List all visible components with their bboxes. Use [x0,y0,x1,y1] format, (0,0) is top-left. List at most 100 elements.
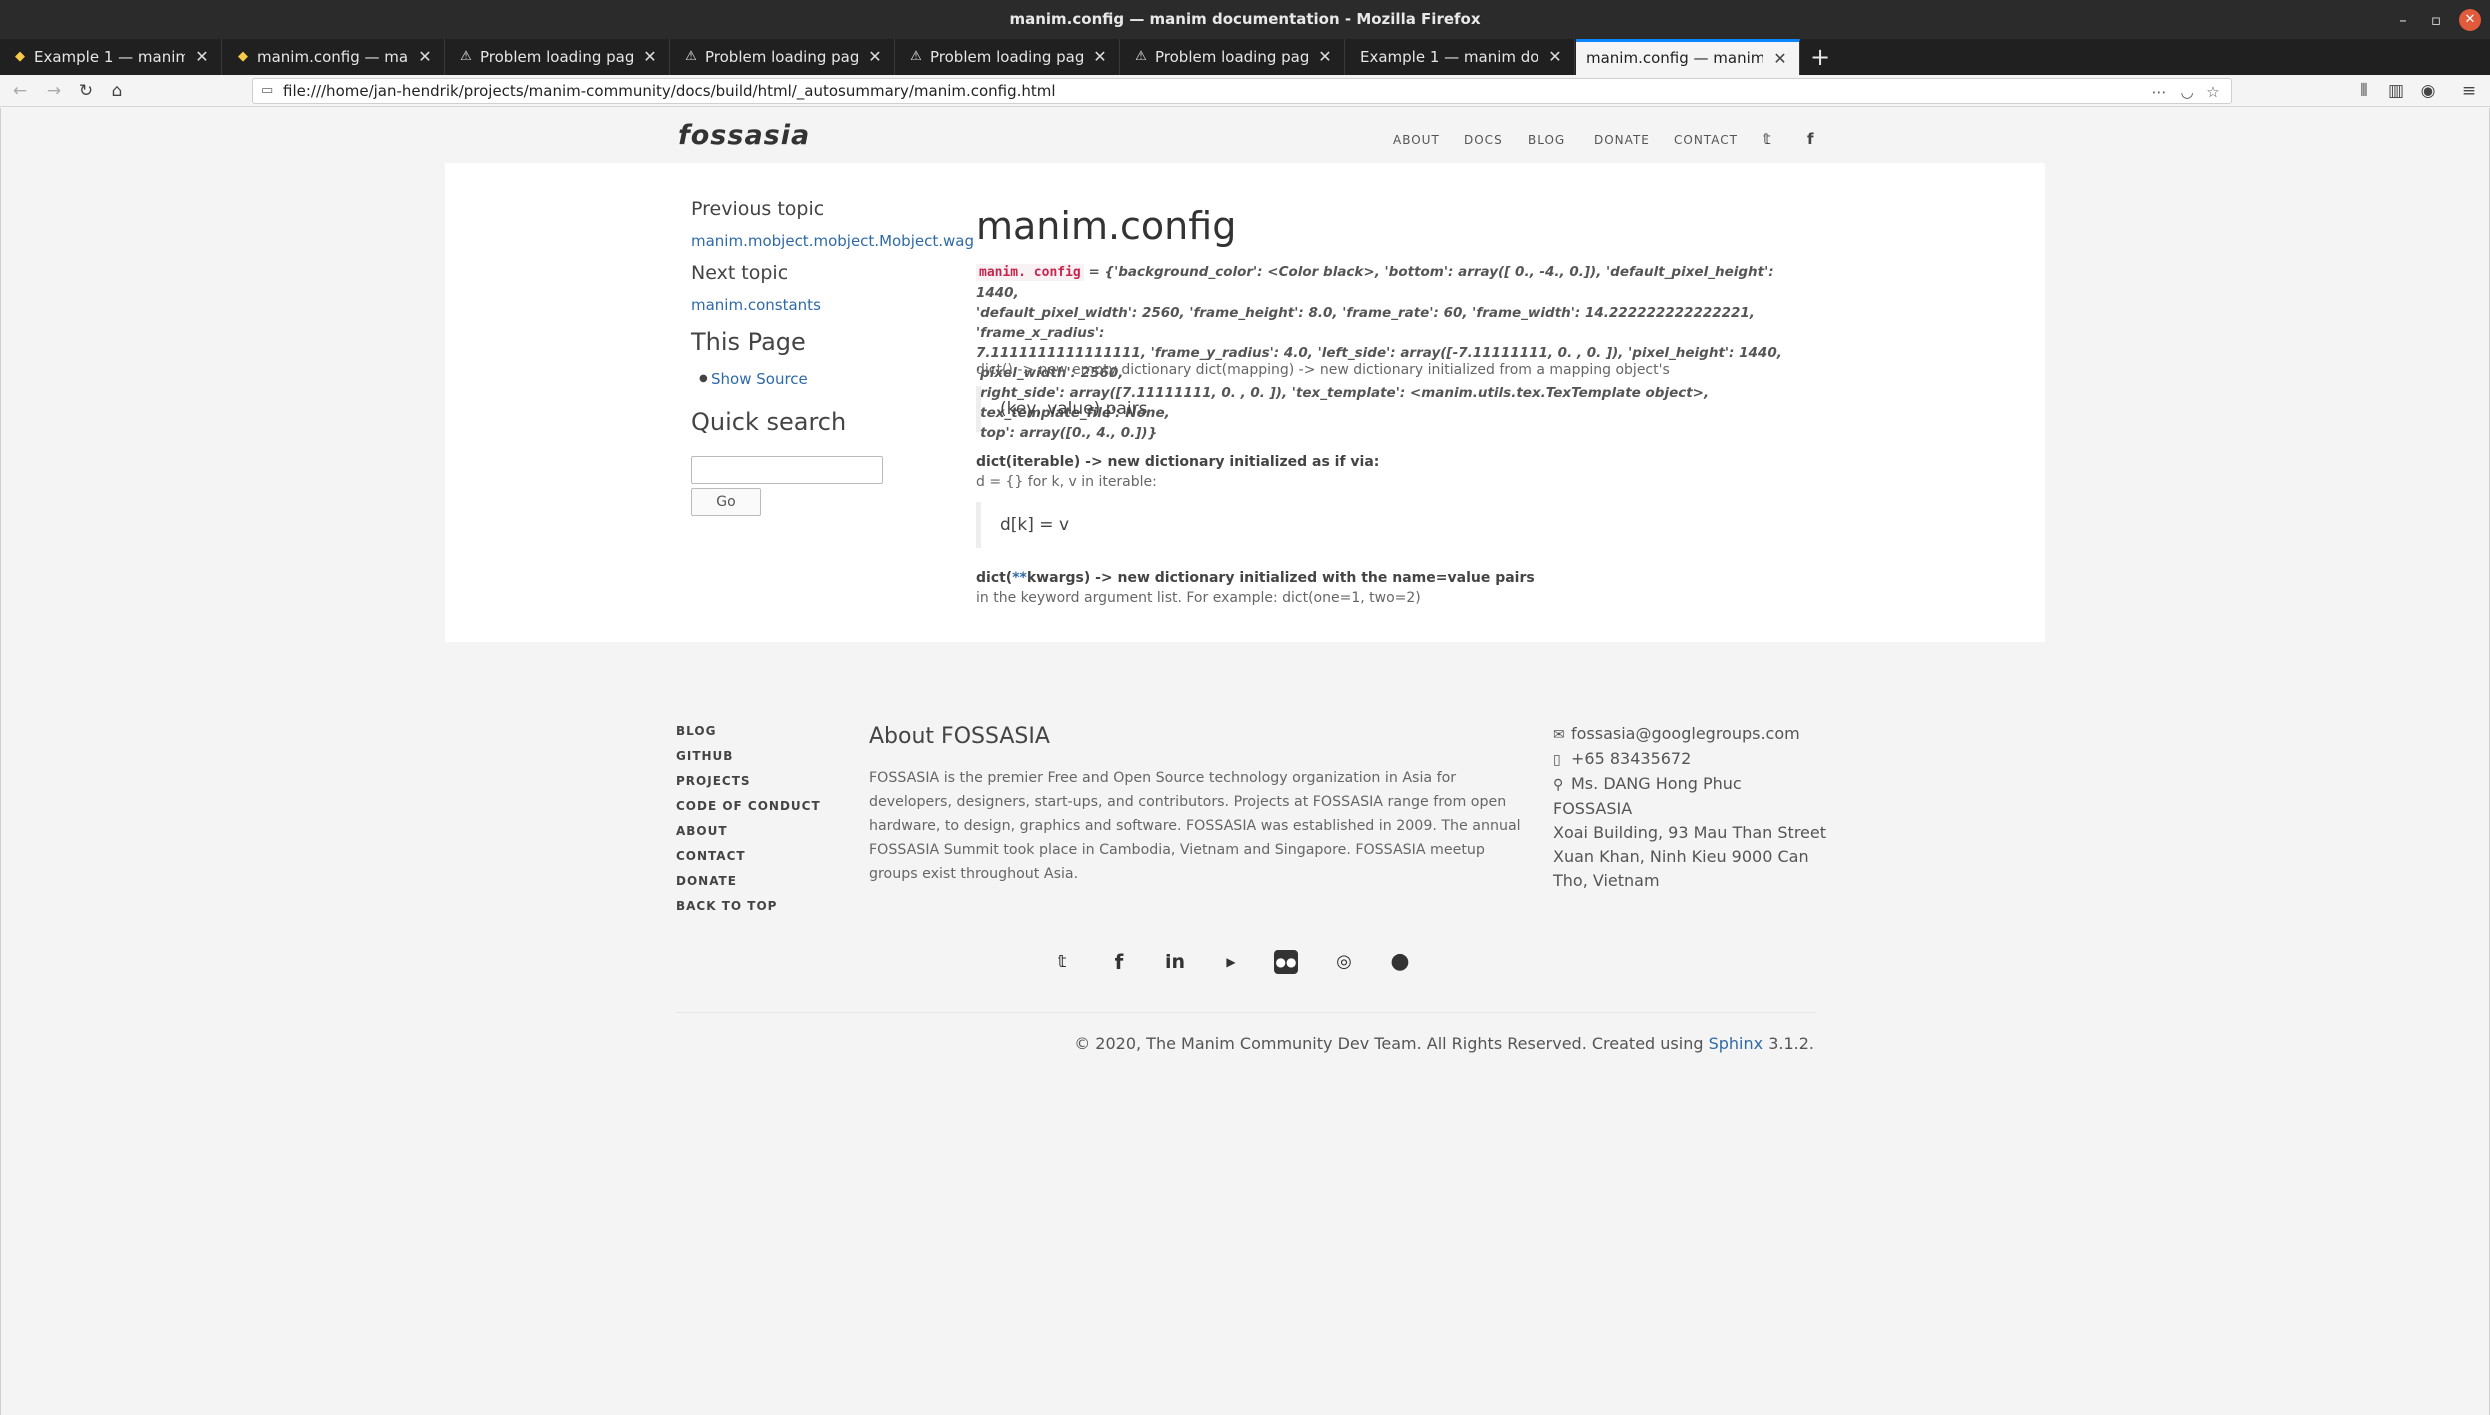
address-line: Xoai Building, 93 Mau Than Street [1553,823,1827,842]
tab-problem-3[interactable]: ⚠ Problem loading page ✕ [896,39,1120,75]
forward-icon[interactable]: → [43,80,65,102]
footer-link-projects[interactable]: PROJECTS [676,774,751,788]
footer-link-donate[interactable]: DONATE [676,874,737,888]
warning-icon: ⚠ [910,49,922,64]
tab-close-icon[interactable]: ✕ [193,39,211,75]
sidebar-icon[interactable]: ▥ [2385,80,2407,102]
next-topic-heading: Next topic [691,262,789,284]
description-title: dict(**kwargs) -> new dictionary initial… [976,570,1535,586]
tab-example-1[interactable]: ◆ Example 1 — manim documentation ✕ [0,39,222,75]
footer-link-code-of-conduct[interactable]: CODE OF CONDUCT [676,799,821,813]
page-actions-icon[interactable]: ⋯ [2149,82,2169,102]
about-text: FOSSASIA is the premier Free and Open So… [869,770,1521,882]
about-heading: About FOSSASIA [869,724,1050,749]
tab-problem-4[interactable]: ⚠ Problem loading page ✕ [1121,39,1345,75]
signature-name: config [1033,265,1081,280]
nav-about[interactable]: ABOUT [1393,133,1440,147]
tab-manim-config[interactable]: ◆ manim.config — manim documentation ✕ [223,39,445,75]
nav-contact[interactable]: CONTACT [1674,133,1738,147]
back-icon[interactable]: ← [9,80,31,102]
instagram-icon[interactable]: ◎ [1330,948,1358,976]
linkedin-icon[interactable]: in [1161,948,1189,976]
page-info-icon[interactable]: ▭ [261,83,275,99]
new-tab-button[interactable]: + [1806,39,1834,75]
url-bar[interactable]: ▭ file:///home/jan-hendrik/projects/mani… [252,78,2232,104]
contact-email[interactable]: fossasia@googlegroups.com [1571,724,1800,743]
nav-donate[interactable]: DONATE [1594,133,1650,147]
tab-label: manim.config — manim documentation [1586,49,1763,67]
tab-problem-2[interactable]: ⚠ Problem loading page ✕ [671,39,895,75]
contact-phone: +65 83435672 [1571,749,1692,768]
youtube-icon[interactable]: ▶ [1217,948,1245,976]
address-line: FOSSASIA [1553,799,1633,818]
blockquote: (key, value) pairs [976,386,1776,432]
prev-topic-heading: Previous topic [691,198,825,220]
tab-manim-config-active[interactable]: manim.config — manim documentation ✕ [1576,39,1800,75]
pocket-icon[interactable]: ◡ [2177,82,2197,102]
tab-close-icon[interactable]: ✕ [641,39,659,75]
contact-info: ✉ fossasia@googlegroups.com ▯ +65 83435672… [1553,722,1833,893]
facebook-icon[interactable]: f [1807,130,1814,148]
flickr-icon[interactable]: ●● [1274,950,1298,974]
footer-link-contact[interactable]: CONTACT [676,849,746,863]
show-source-link[interactable]: Show Source [711,370,808,388]
tab-close-icon[interactable]: ✕ [416,39,434,75]
account-icon[interactable]: ◉ [2417,80,2439,102]
go-button[interactable]: Go [691,488,761,516]
twitter-icon[interactable]: 𝕥 [1763,130,1771,148]
kwargs-marker: ** [1012,570,1027,586]
reload-icon[interactable]: ↻ [75,80,97,102]
footer-link-about[interactable]: ABOUT [676,824,728,838]
sphinx-link[interactable]: Sphinx [1709,1034,1764,1053]
tab-close-icon[interactable]: ✕ [1316,39,1334,75]
site-footer: BLOG GITHUB PROJECTS CODE OF CONDUCT ABO… [445,642,2045,1084]
fossasia-logo[interactable]: fossasia [678,120,810,151]
navigation-toolbar: ← → ↻ ⌂ ▭ file:///home/jan-hendrik/proje… [0,75,2490,107]
window-titlebar: manim.config — manim documentation - Moz… [0,0,2490,39]
phone-icon: ▯ [1553,752,1561,768]
bookmark-star-icon[interactable]: ☆ [2203,82,2223,102]
quick-search-input[interactable] [691,456,883,484]
twitter-icon[interactable]: 𝕥 [1048,948,1076,976]
copyright-text: © 2020, The Manim Community Dev Team. Al… [1074,1034,1814,1053]
tab-label: Problem loading page [480,48,633,66]
bullet-icon: ● [699,373,708,384]
envelope-icon: ✉ [1553,727,1565,743]
signature-text: = {'background_color': <Color black>, 'b… [976,264,1774,301]
next-topic-link[interactable]: manim.constants [691,296,821,314]
prev-topic-link[interactable]: manim.mobject.mobject.Mobject.wag [691,232,974,250]
menu-icon[interactable]: ≡ [2458,80,2480,102]
tab-close-icon[interactable]: ✕ [1546,39,1564,75]
restore-button[interactable]: ▫ [2425,9,2447,31]
tab-label: Problem loading page [705,48,858,66]
tab-close-icon[interactable]: ✕ [1771,42,1789,75]
footer-link-back-to-top[interactable]: BACK TO TOP [676,899,777,913]
close-window-button[interactable]: ✕ [2459,9,2481,31]
tab-example-1-b[interactable]: Example 1 — manim documentation ✕ [1346,39,1575,75]
github-icon[interactable]: ● [1386,948,1414,976]
page-title: manim.config [976,204,1237,248]
address-line: Tho, Vietnam [1553,871,1660,890]
tab-problem-1[interactable]: ⚠ Problem loading page ✕ [446,39,670,75]
facebook-icon[interactable]: f [1105,948,1133,976]
description-text: d = {} for k, v in iterable: [976,474,1157,490]
tab-label: Problem loading page [930,48,1083,66]
footer-link-github[interactable]: GITHUB [676,749,733,763]
address-line: Xuan Khan, Ninh Kieu 9000 Can [1553,847,1809,866]
python-icon: ◆ [15,49,25,64]
main-content: manim.config manim. config = {'backgroun… [976,204,1796,606]
tab-label: Example 1 — manim documentation [34,48,185,66]
signature-module: manim. config [976,264,1084,281]
warning-icon: ⚠ [460,49,472,64]
tab-close-icon[interactable]: ✕ [1091,39,1109,75]
warning-icon: ⚠ [685,49,697,64]
home-icon[interactable]: ⌂ [106,80,128,102]
quick-search-heading: Quick search [691,408,847,436]
library-icon[interactable]: ⫴ [2353,80,2375,102]
tab-close-icon[interactable]: ✕ [866,39,884,75]
site-container: fossasia ABOUT DOCS BLOG DONATE CONTACT … [445,108,2045,1084]
nav-docs[interactable]: DOCS [1464,133,1503,147]
nav-blog[interactable]: BLOG [1528,133,1565,147]
minimize-button[interactable]: – [2392,9,2414,31]
footer-link-blog[interactable]: BLOG [676,724,716,738]
